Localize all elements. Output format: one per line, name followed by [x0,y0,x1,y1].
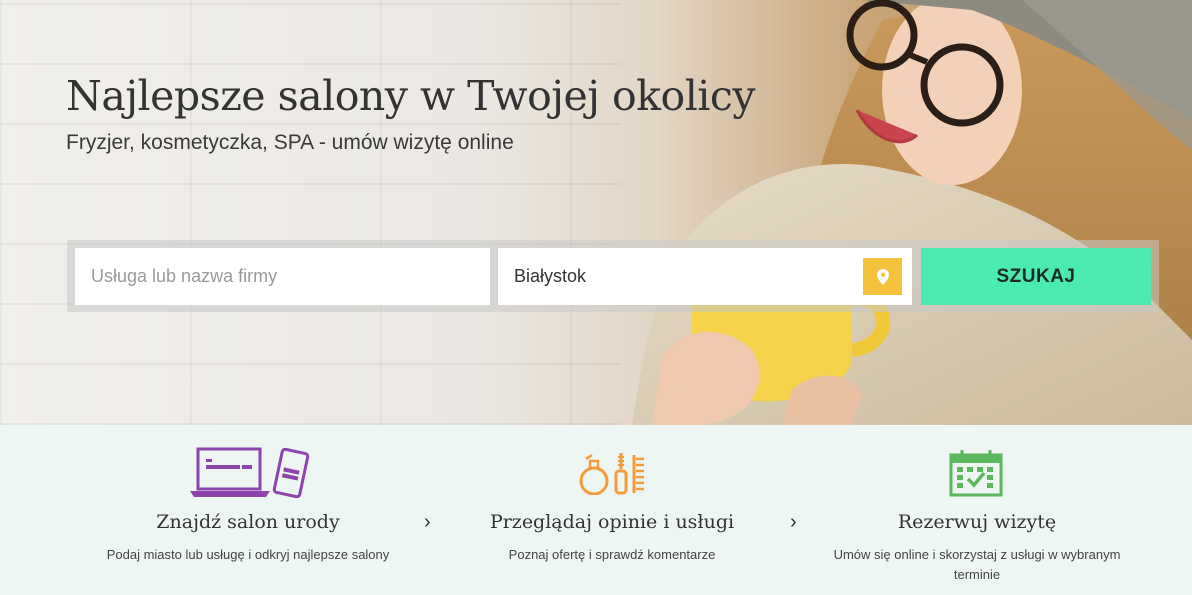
step-book-visit: Rezerwuj wizytę Umów się online i skorzy… [812,425,1142,595]
chevron-right-icon: › [424,511,431,533]
step-title: Rezerwuj wizytę [897,511,1057,533]
city-input[interactable] [498,248,848,305]
hero-subtitle: Fryzjer, kosmetyczka, SPA - umów wizytę … [66,131,514,154]
step-browse-reviews: Przeglądaj opinie i usługi Poznaj ofertę… [462,425,762,595]
beauty-products-icon [579,453,644,495]
brick-wall-background [0,0,620,425]
hero-photo [632,0,1192,425]
step-find-salon: Znajdź salon urody Podaj miasto lub usłu… [88,425,408,595]
step-description: Umów się online i skorzystaj z usługi w … [833,547,1121,582]
map-pin-icon [876,268,889,285]
step-description: Poznaj ofertę i sprawdź komentarze [508,547,716,562]
step-title: Przeglądaj opinie i usługi [489,511,735,533]
location-button[interactable] [863,258,902,295]
step-title: Znajdź salon urody [156,511,340,533]
hero-section: Najlepsze salony w Twojej okolicy Fryzje… [0,0,1192,425]
calendar-check-icon [949,450,1003,497]
hero-title: Najlepsze salony w Twojej okolicy [66,72,756,120]
service-search-input[interactable] [75,248,490,305]
how-it-works: Znajdź salon urody Podaj miasto lub usłu… [0,425,1192,595]
laptop-phone-icon [190,447,310,499]
city-field [498,248,912,305]
search-button[interactable]: SZUKAJ [921,248,1151,305]
chevron-right-icon: › [790,511,797,533]
step-description: Podaj miasto lub usługę i odkryj najleps… [106,547,390,562]
